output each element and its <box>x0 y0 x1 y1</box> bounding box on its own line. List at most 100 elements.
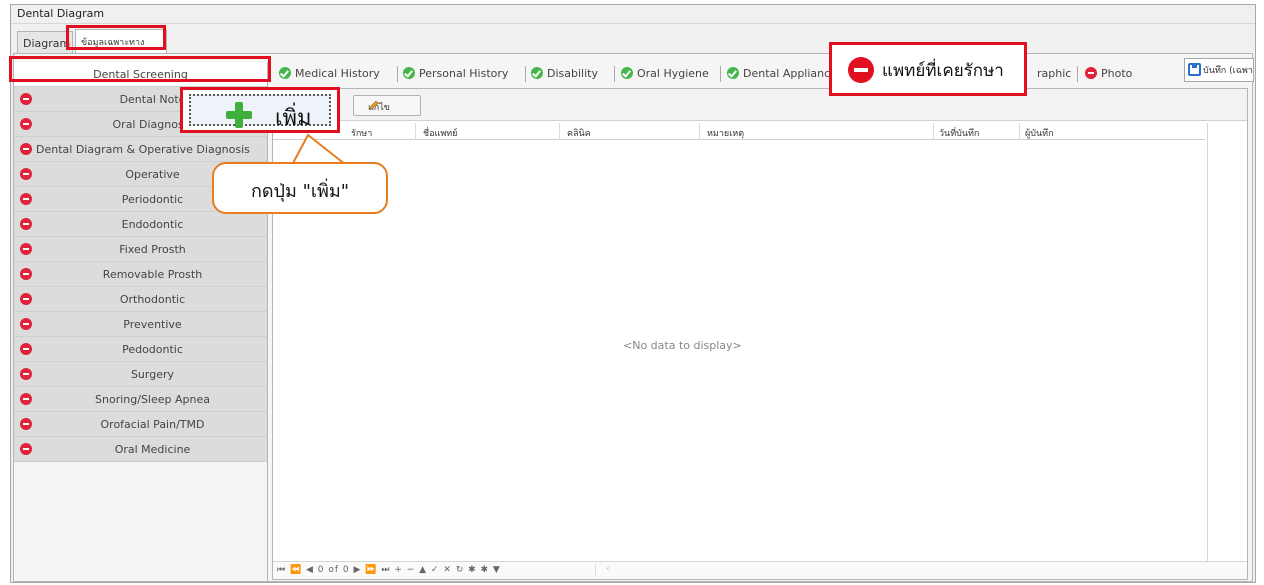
status-minus-icon <box>20 118 32 130</box>
sidebar-item-preventive[interactable]: Preventive <box>14 312 267 337</box>
tab-divider <box>525 66 526 82</box>
sidebar-item-label: Endodontic <box>121 218 184 231</box>
highlight-dental-screening <box>9 56 271 82</box>
check-icon <box>403 67 415 79</box>
status-minus-icon <box>20 293 32 305</box>
status-minus-icon <box>20 218 32 230</box>
column-divider <box>1019 123 1020 140</box>
tab-medical-history[interactable]: Medical History <box>279 62 389 86</box>
screening-tabbar: Medical History Personal History Disabil… <box>269 58 1254 86</box>
sidebar-item-endodontic[interactable]: Endodontic <box>14 212 267 237</box>
tab-divider <box>720 66 721 82</box>
sidebar-item-orofacial-pain[interactable]: Orofacial Pain/TMD <box>14 412 267 437</box>
column-header[interactable]: วันที่บันทึก <box>939 126 979 140</box>
sidebar-item-surgery[interactable]: Surgery <box>14 362 267 387</box>
horizontal-scrollbar[interactable]: ‹ <box>595 564 1243 576</box>
column-divider <box>699 123 700 140</box>
status-minus-icon <box>20 318 32 330</box>
tab-label: Dental Appliance <box>743 67 837 80</box>
column-header[interactable]: คลินิค <box>567 126 591 140</box>
specialty-sidebar: Dental Screening Dental Note Oral Diagno… <box>14 62 268 582</box>
tab-photo[interactable]: Photo <box>1085 62 1141 86</box>
vertical-scrollbar[interactable] <box>1207 123 1247 563</box>
check-icon <box>279 67 291 79</box>
status-minus-icon <box>20 193 32 205</box>
pencil-icon <box>369 100 379 110</box>
sidebar-item-fixed-prosth[interactable]: Fixed Prosth <box>14 237 267 262</box>
grid-toolbar: แก้ไข <box>273 89 1247 121</box>
sidebar-item-label: Fixed Prosth <box>119 243 186 256</box>
status-minus-icon <box>20 93 32 105</box>
tab-personal-history[interactable]: Personal History <box>403 62 521 86</box>
sidebar-item-label: Surgery <box>130 368 175 381</box>
column-header[interactable]: หมายเหตุ <box>707 126 744 140</box>
status-minus-icon <box>20 343 32 355</box>
tab-label: Oral Hygiene <box>637 67 709 80</box>
sidebar-item-oral-medicine[interactable]: Oral Medicine <box>14 437 267 462</box>
sidebar-item-label: Orthodontic <box>119 293 186 306</box>
record-navigator: ⏮ ⏪ ◀ 0 of 0 ▶ ⏩ ⏭ + − ▲ ✓ ✕ ↻ ✱ ✱ ▼ ‹ <box>273 561 1247 579</box>
highlight-specialty-tab <box>66 25 166 50</box>
tab-dental-appliance[interactable]: Dental Appliance <box>727 62 837 86</box>
sidebar-item-orthodontic[interactable]: Orthodontic <box>14 287 267 312</box>
empty-grid-message: <No data to display> <box>623 339 742 352</box>
tab-divider <box>397 66 398 82</box>
sidebar-item-label: Orofacial Pain/TMD <box>100 418 205 431</box>
column-header[interactable]: ผู้บันทึก <box>1025 126 1054 140</box>
column-divider <box>933 123 934 140</box>
status-minus-icon <box>20 268 32 280</box>
callout-text: แพทย์ที่เคยรักษา <box>882 61 1004 81</box>
sidebar-item-removable-prosth[interactable]: Removable Prosth <box>14 262 267 287</box>
stop-icon <box>848 57 874 83</box>
status-minus-icon <box>20 393 32 405</box>
instruction-bubble: กดปุ่ม "เพิ่ม" <box>212 162 388 214</box>
sidebar-item-label: Snoring/Sleep Apnea <box>95 393 210 406</box>
status-minus-icon <box>20 443 32 455</box>
check-icon <box>727 67 739 79</box>
status-minus-icon <box>20 168 32 180</box>
doctor-history-panel: แก้ไข รักษา ชื่อแพทย์ คลินิค หมายเหตุ วั… <box>272 88 1248 580</box>
title-divider <box>11 23 1255 24</box>
add-button-zoom[interactable]: เพิ่ม <box>180 87 340 133</box>
tab-label: Medical History <box>295 67 380 80</box>
column-divider <box>559 123 560 140</box>
status-minus-icon <box>20 418 32 430</box>
sidebar-item-label: Removable Prosth <box>102 268 203 281</box>
status-minus-icon <box>20 243 32 255</box>
tab-disability[interactable]: Disability <box>531 62 611 86</box>
sidebar-item-label: Oral Medicine <box>114 443 191 456</box>
tab-radiographic[interactable]: raphic <box>1037 62 1073 86</box>
grid-header: รักษา ชื่อแพทย์ คลินิค หมายเหตุ วันที่บั… <box>273 123 1205 140</box>
status-minus-icon <box>20 368 32 380</box>
add-label: เพิ่ม <box>275 106 312 131</box>
sidebar-item-label: Preventive <box>123 318 182 331</box>
edit-button[interactable]: แก้ไข <box>353 95 421 116</box>
save-icon <box>1188 63 1201 76</box>
column-header[interactable]: รักษา <box>351 126 372 140</box>
tab-label: Disability <box>547 67 598 80</box>
add-button-focus: เพิ่ม <box>189 94 331 131</box>
sidebar-item-snoring[interactable]: Snoring/Sleep Apnea <box>14 387 267 412</box>
bubble-text: กดปุ่ม "เพิ่ม" <box>250 181 350 202</box>
previous-doctors-callout: แพทย์ที่เคยรักษา <box>829 42 1027 96</box>
stop-icon <box>1085 67 1097 79</box>
save-specialty-button[interactable]: บันทึก (เฉพาะทาง) <box>1184 58 1254 82</box>
navigator-controls[interactable]: ⏮ ⏪ ◀ 0 of 0 ▶ ⏩ ⏭ + − ▲ ✓ ✕ ↻ ✱ ✱ ▼ <box>277 565 501 575</box>
status-minus-icon <box>20 143 32 155</box>
tab-label: raphic <box>1037 67 1072 80</box>
tab-label: Photo <box>1101 67 1133 80</box>
tab-diagram[interactable]: Diagram <box>17 31 73 53</box>
sidebar-item-pedodontic[interactable]: Pedodontic <box>14 337 267 362</box>
window-title: Dental Diagram <box>17 7 105 20</box>
sidebar-item-label: Pedodontic <box>122 343 183 356</box>
tab-divider <box>614 66 615 82</box>
sidebar-item-dental-diagram[interactable]: Dental Diagram & Operative Diagnosis <box>14 137 267 162</box>
column-header[interactable]: ชื่อแพทย์ <box>423 126 457 140</box>
check-icon <box>621 67 633 79</box>
plus-icon <box>226 102 252 128</box>
tab-oral-hygiene[interactable]: Oral Hygiene <box>621 62 713 86</box>
sidebar-item-label: Dental Diagram & Operative Diagnosis <box>36 143 250 156</box>
tab-label: Personal History <box>419 67 509 80</box>
column-divider <box>415 123 416 140</box>
tab-divider <box>1077 66 1078 82</box>
